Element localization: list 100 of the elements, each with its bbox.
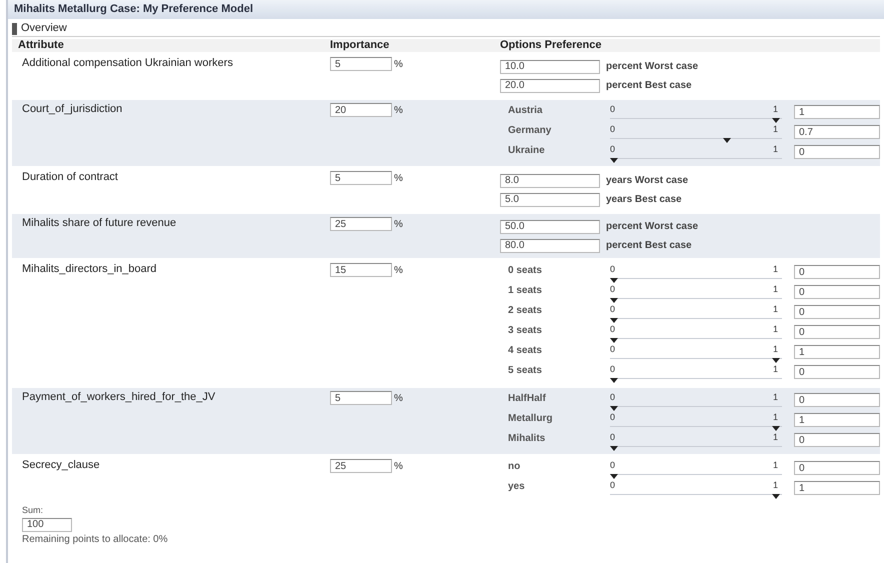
- slider-thumb[interactable]: [610, 406, 618, 411]
- slider-min-label: 0: [610, 343, 616, 356]
- column-header: Options Preference: [500, 38, 602, 54]
- attribute-name: Court_of_jurisdiction: [22, 103, 124, 115]
- option-label: Austria: [507, 104, 544, 118]
- option-label: 4 seats: [507, 344, 543, 358]
- slider[interactable]: 0 1: [610, 303, 782, 319]
- slider-thumb[interactable]: [610, 474, 618, 479]
- value-field[interactable]: 0: [794, 265, 880, 279]
- value-field[interactable]: 0: [794, 393, 880, 407]
- option-label: no: [507, 460, 522, 474]
- sum-label: Sum:: [22, 504, 44, 517]
- percent-label: %: [394, 58, 403, 72]
- value-field[interactable]: 0: [794, 285, 880, 299]
- slider-min-label: 0: [610, 479, 616, 492]
- value-field[interactable]: 0: [794, 145, 880, 159]
- bound-field[interactable]: 80.0: [500, 238, 600, 252]
- slider-thumb[interactable]: [610, 378, 618, 383]
- slider[interactable]: 0 1: [610, 479, 782, 495]
- remaining-points-text: Remaining points to allocate: 0%: [22, 532, 168, 546]
- slider-thumb[interactable]: [772, 426, 780, 431]
- slider-thumb[interactable]: [772, 494, 780, 499]
- bound-label: percent Worst case: [606, 60, 698, 74]
- section-marker-icon: [12, 22, 17, 34]
- slider-min-label: 0: [610, 459, 616, 472]
- slider-max-label: 1: [772, 103, 778, 116]
- slider-max-label: 1: [772, 323, 778, 336]
- slider-min-label: 0: [610, 103, 616, 116]
- column-header: Importance: [330, 38, 390, 54]
- slider[interactable]: 0 1: [610, 411, 782, 427]
- slider[interactable]: 0 1: [610, 123, 782, 139]
- slider-thumb[interactable]: [610, 338, 618, 343]
- bound-field[interactable]: 50.0: [500, 220, 600, 234]
- option-label: 5 seats: [507, 364, 543, 378]
- slider-thumb[interactable]: [610, 278, 618, 283]
- slider[interactable]: 0 1: [610, 431, 782, 447]
- importance-field[interactable]: 5: [330, 391, 392, 405]
- slider-thumb[interactable]: [610, 298, 618, 303]
- attribute-name: Mihalits share of future revenue: [22, 217, 178, 229]
- slider-max-label: 1: [772, 123, 778, 136]
- bound-field[interactable]: 10.0: [500, 60, 600, 74]
- percent-label: %: [394, 104, 403, 118]
- slider[interactable]: 0 1: [610, 103, 782, 119]
- section-title: Overview: [21, 21, 67, 36]
- value-field[interactable]: 1: [794, 105, 880, 119]
- value-field[interactable]: 1: [794, 481, 880, 495]
- column-header: Attribute: [17, 38, 65, 54]
- slider-max-label: 1: [772, 363, 778, 376]
- slider-thumb[interactable]: [610, 318, 618, 323]
- slider[interactable]: 0 1: [610, 283, 782, 299]
- percent-label: %: [394, 392, 403, 406]
- option-label: Metallurg: [507, 412, 554, 426]
- bound-field[interactable]: 5.0: [500, 192, 600, 206]
- importance-field[interactable]: 25: [330, 217, 392, 231]
- importance-field[interactable]: 25: [330, 459, 392, 473]
- importance-field[interactable]: 15: [330, 263, 392, 277]
- value-field[interactable]: 1: [794, 345, 880, 359]
- slider-thumb[interactable]: [772, 118, 780, 123]
- option-label: Mihalits: [507, 432, 546, 446]
- importance-field[interactable]: 5: [330, 57, 392, 71]
- slider-thumb[interactable]: [610, 446, 618, 451]
- slider-min-label: 0: [610, 391, 616, 404]
- slider-thumb[interactable]: [772, 358, 780, 363]
- option-label: Germany: [507, 124, 552, 138]
- slider-min-label: 0: [610, 323, 616, 336]
- slider[interactable]: 0 1: [610, 343, 782, 359]
- attribute-name: Payment_of_workers_hired_for_the_JV: [22, 391, 216, 403]
- slider-min-label: 0: [610, 431, 616, 444]
- slider-thumb[interactable]: [723, 138, 732, 143]
- slider-max-label: 1: [772, 263, 778, 276]
- value-field[interactable]: 0: [794, 325, 880, 339]
- window-title: Mihalits Metallurg Case: My Preference Model: [14, 2, 254, 18]
- importance-field[interactable]: 20: [330, 103, 392, 117]
- bound-field[interactable]: 8.0: [500, 174, 600, 188]
- slider[interactable]: 0 1: [610, 391, 782, 407]
- value-field[interactable]: 0: [794, 365, 880, 379]
- slider[interactable]: 0 1: [610, 363, 782, 379]
- option-label: 3 seats: [507, 324, 543, 338]
- bound-label: percent Worst case: [606, 220, 698, 234]
- slider[interactable]: 0 1: [610, 459, 782, 475]
- slider-min-label: 0: [610, 411, 616, 424]
- slider-max-label: 1: [772, 343, 778, 356]
- slider-min-label: 0: [610, 303, 616, 316]
- slider-min-label: 0: [610, 283, 616, 296]
- sum-field[interactable]: 100: [22, 518, 72, 532]
- slider-thumb[interactable]: [610, 158, 618, 163]
- option-label: 1 seats: [507, 284, 543, 298]
- value-field[interactable]: 0: [794, 305, 880, 319]
- value-field[interactable]: 0.7: [794, 125, 880, 139]
- bound-field[interactable]: 20.0: [500, 78, 600, 92]
- value-field[interactable]: 0: [794, 433, 880, 447]
- slider[interactable]: 0 1: [610, 263, 782, 279]
- slider[interactable]: 0 1: [610, 323, 782, 339]
- slider-max-label: 1: [772, 283, 778, 296]
- slider[interactable]: 0 1: [610, 143, 782, 159]
- value-field[interactable]: 0: [794, 461, 880, 475]
- slider-max-label: 1: [772, 459, 778, 472]
- value-field[interactable]: 1: [794, 413, 880, 427]
- importance-field[interactable]: 5: [330, 171, 392, 185]
- slider-min-label: 0: [610, 363, 616, 376]
